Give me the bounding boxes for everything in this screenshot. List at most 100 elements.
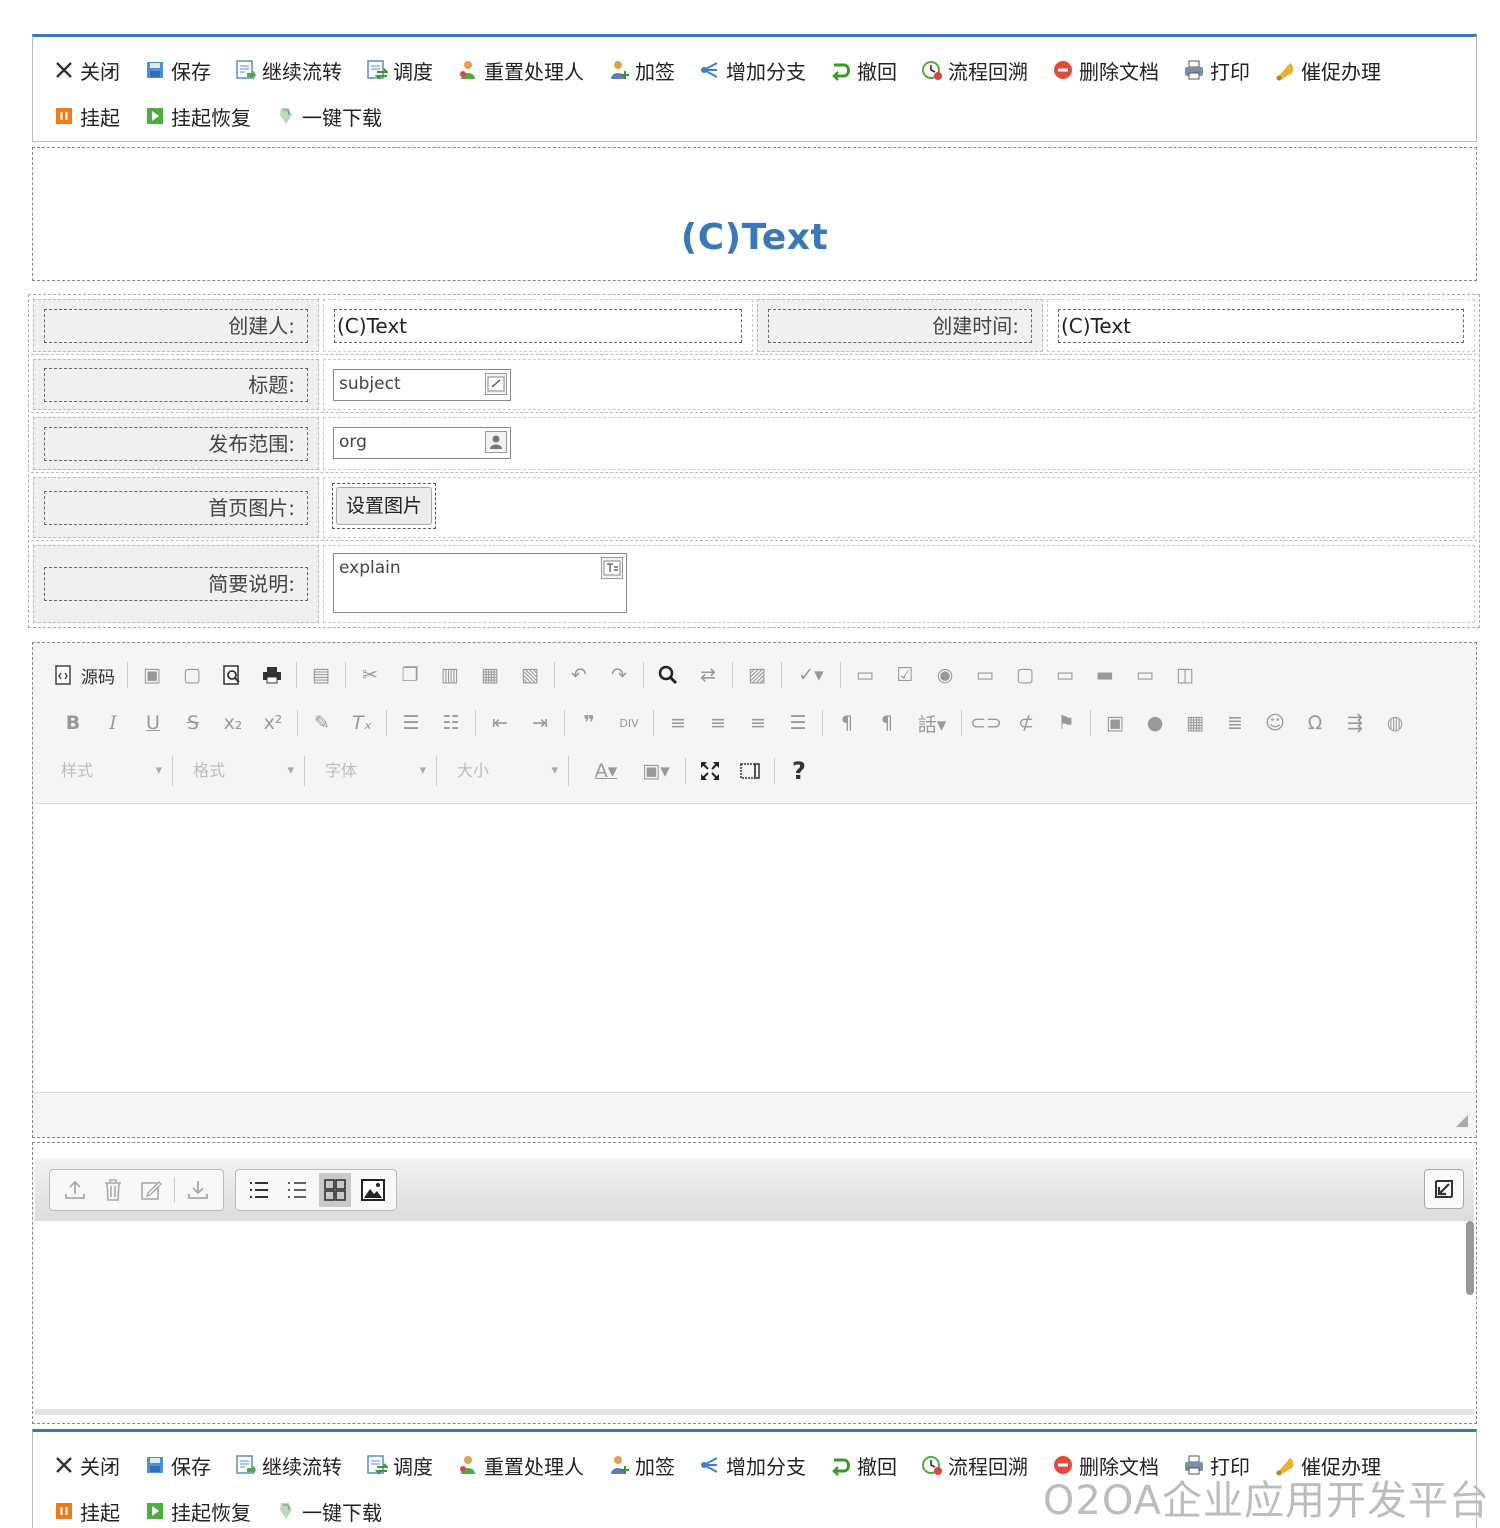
copy-format-icon[interactable]: ✎ (307, 708, 337, 738)
editor-content-area[interactable] (35, 803, 1474, 1093)
action-delete-doc-button[interactable]: 删除文档 (1052, 47, 1159, 93)
delete-icon[interactable] (97, 1173, 129, 1207)
action-close-button[interactable]: 关闭 (53, 47, 120, 93)
grid-view-icon[interactable] (319, 1173, 351, 1207)
link-icon[interactable]: ⊂⊃ (970, 708, 1002, 738)
select-all-icon[interactable]: ▨ (742, 660, 772, 690)
hidden-field-icon[interactable]: ◫ (1170, 660, 1200, 690)
action-dispatch-button[interactable]: 调度 (366, 47, 433, 93)
action-reset-handler-button[interactable]: 重置处理人 (457, 47, 584, 93)
textarea-icon[interactable]: ▢ (1010, 660, 1040, 690)
bulleted-list-icon[interactable]: ☷ (436, 708, 466, 738)
image-view-icon[interactable] (357, 1173, 389, 1207)
ltr-icon[interactable]: ¶ (832, 708, 862, 738)
action-print-button[interactable]: 打印 (1183, 47, 1250, 93)
cut-icon[interactable]: ✂ (355, 660, 385, 690)
align-justify-icon[interactable]: ☰ (783, 708, 813, 738)
action-add-branch-button[interactable]: 增加分支 (699, 1442, 806, 1488)
copy-icon[interactable]: ❐ (395, 660, 425, 690)
bg-color-icon[interactable]: ▣▾ (636, 756, 676, 786)
action-retract-button[interactable]: 撤回 (830, 1442, 897, 1488)
align-left-icon[interactable]: ≡ (663, 708, 693, 738)
smiley-icon[interactable]: ☺ (1260, 708, 1290, 738)
underline-icon[interactable]: U (138, 708, 168, 738)
action-add-signer-button[interactable]: 加签 (608, 1442, 675, 1488)
action-add-signer-button[interactable]: 加签 (608, 47, 675, 93)
radio-icon[interactable]: ◉ (930, 660, 960, 690)
action-flow-rollback-button[interactable]: 流程回溯 (921, 1442, 1028, 1488)
vertical-scrollbar[interactable] (1466, 1221, 1474, 1295)
replace-icon[interactable]: ⇄ (693, 660, 723, 690)
preview-icon[interactable] (217, 660, 247, 690)
paste-icon[interactable]: ▥ (435, 660, 465, 690)
action-flow-rollback-button[interactable]: 流程回溯 (921, 47, 1028, 93)
anchor-flag-icon[interactable]: ⚑ (1051, 708, 1081, 738)
detail-list-icon[interactable] (281, 1173, 313, 1207)
action-add-branch-button[interactable]: 增加分支 (699, 47, 806, 93)
paste-text-icon[interactable]: ▦ (475, 660, 505, 690)
upload-icon[interactable] (59, 1173, 91, 1207)
redo-icon[interactable]: ↷ (604, 660, 634, 690)
image-button-icon[interactable]: ▭ (1130, 660, 1160, 690)
remove-format-icon[interactable]: Tₓ (347, 708, 377, 738)
expand-button[interactable] (1424, 1169, 1464, 1209)
style-combo[interactable]: 样式 (53, 756, 173, 786)
action-dispatch-button[interactable]: 调度 (366, 1442, 433, 1488)
flash-icon[interactable]: ● (1140, 708, 1170, 738)
select-field-icon[interactable]: ▭ (1050, 660, 1080, 690)
outdent-icon[interactable]: ⇤ (485, 708, 515, 738)
explain-textarea[interactable]: explain (333, 553, 627, 613)
bold-icon[interactable]: B (58, 708, 88, 738)
action-continue-flow-button[interactable]: 继续流转 (235, 47, 342, 93)
action-close-button[interactable]: 关闭 (53, 1442, 120, 1488)
action-download-button[interactable]: 一键下载 (275, 1488, 382, 1528)
blockquote-icon[interactable]: ❞ (574, 708, 604, 738)
align-center-icon[interactable]: ≡ (703, 708, 733, 738)
italic-icon[interactable]: I (98, 708, 128, 738)
action-download-button[interactable]: 一键下载 (275, 93, 382, 139)
show-blocks-icon[interactable] (735, 756, 765, 786)
attachment-list[interactable] (35, 1223, 1474, 1409)
maximize-icon[interactable] (695, 756, 725, 786)
undo-icon[interactable]: ↶ (564, 660, 594, 690)
div-container-icon[interactable]: DIV (614, 708, 644, 738)
action-resume-button[interactable]: 挂起恢复 (144, 1488, 251, 1528)
save-doc-icon[interactable]: ▣ (137, 660, 167, 690)
download-icon[interactable] (182, 1173, 214, 1207)
edit-icon[interactable] (135, 1173, 167, 1207)
action-urge-bell-button[interactable]: 催促办理 (1274, 47, 1381, 93)
print-icon[interactable] (257, 660, 287, 690)
spellcheck-icon[interactable]: ✓▾ (791, 660, 831, 690)
horizontal-rule-icon[interactable]: ≣ (1220, 708, 1250, 738)
size-combo[interactable]: 大小 (449, 756, 569, 786)
button-field-icon[interactable]: ▬ (1090, 660, 1120, 690)
action-pause-button[interactable]: 挂起 (53, 1488, 120, 1528)
templates-icon[interactable]: ▤ (306, 660, 336, 690)
scope-input[interactable]: org (333, 427, 511, 459)
text-color-icon[interactable]: A▾ (586, 756, 626, 786)
action-save-button[interactable]: 保存 (144, 1442, 211, 1488)
resize-grip-icon[interactable] (1456, 1115, 1468, 1127)
table-icon[interactable]: ▦ (1180, 708, 1210, 738)
page-break-icon[interactable]: ⇶ (1340, 708, 1370, 738)
action-retract-button[interactable]: 撤回 (830, 47, 897, 93)
unlink-icon[interactable]: ⊄ (1011, 708, 1041, 738)
language-icon[interactable]: 話▾ (912, 708, 952, 738)
subject-input[interactable]: subject (333, 369, 511, 401)
strike-icon[interactable]: S (178, 708, 208, 738)
numbered-list-icon[interactable]: ☰ (396, 708, 426, 738)
textfield-icon[interactable]: ▭ (970, 660, 1000, 690)
rtl-icon[interactable]: ¶ (872, 708, 902, 738)
iframe-icon[interactable]: ◍ (1380, 708, 1410, 738)
subscript-icon[interactable]: x₂ (218, 708, 248, 738)
indent-icon[interactable]: ⇥ (525, 708, 555, 738)
help-icon[interactable]: ? (784, 756, 814, 786)
list-view-icon[interactable] (243, 1173, 275, 1207)
action-pause-button[interactable]: 挂起 (53, 93, 120, 139)
special-char-icon[interactable]: Ω (1300, 708, 1330, 738)
image-icon[interactable]: ▣ (1100, 708, 1130, 738)
action-reset-handler-button[interactable]: 重置处理人 (457, 1442, 584, 1488)
align-right-icon[interactable]: ≡ (743, 708, 773, 738)
format-combo[interactable]: 格式 (185, 756, 305, 786)
action-continue-flow-button[interactable]: 继续流转 (235, 1442, 342, 1488)
